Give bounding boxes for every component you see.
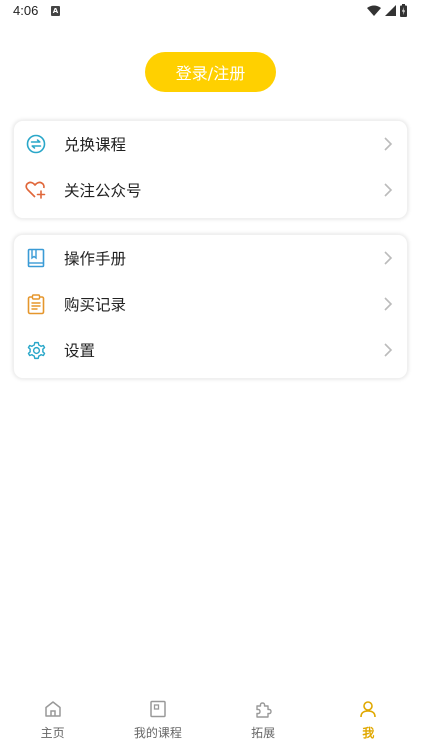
menu-item-purchase-history[interactable]: 购买记录	[14, 281, 407, 327]
menu-item-label: 购买记录	[64, 296, 127, 314]
menu-item-settings[interactable]: 设置	[14, 327, 407, 373]
menu-item-label: 设置	[64, 342, 96, 360]
tab-label: 我的课程	[133, 726, 182, 740]
tab-label: 拓展	[251, 726, 276, 740]
chevron-right-icon	[384, 183, 393, 197]
course-icon	[147, 698, 169, 720]
menu-item-label: 兑换课程	[64, 136, 127, 154]
home-icon	[42, 698, 64, 720]
menu-item-label: 操作手册	[64, 250, 127, 268]
login-register-button[interactable]: 登录/注册	[145, 52, 276, 92]
tab-home[interactable]: 主页	[0, 692, 105, 748]
chevron-right-icon	[384, 251, 393, 265]
chevron-right-icon	[384, 137, 393, 151]
status-icons	[367, 4, 407, 17]
tab-label: 主页	[40, 726, 65, 740]
person-icon	[357, 698, 379, 720]
chevron-right-icon	[384, 343, 393, 357]
notification-icon: A	[51, 6, 60, 16]
profile-screen: 4:06 A 登录/注册 兑换课程 关注公众号 操作手册 购买记录 设置 主页 …	[0, 0, 421, 748]
tab-extension[interactable]: 拓展	[211, 692, 316, 748]
tab-label: 我	[362, 726, 375, 740]
chevron-right-icon	[384, 297, 393, 311]
menu-item-label: 关注公众号	[64, 182, 142, 200]
menu-card-1: 兑换课程 关注公众号	[13, 120, 408, 219]
heart-plus-icon	[25, 179, 47, 201]
puzzle-icon	[252, 698, 274, 720]
tab-me[interactable]: 我	[316, 692, 421, 748]
tab-my-courses[interactable]: 我的课程	[105, 692, 210, 748]
menu-item-manual[interactable]: 操作手册	[14, 235, 407, 281]
exchange-icon	[25, 133, 47, 155]
book-icon	[25, 247, 47, 269]
status-bar: 4:06 A	[0, 0, 421, 24]
gear-icon	[25, 339, 47, 361]
menu-item-exchange-course[interactable]: 兑换课程	[14, 121, 407, 167]
menu-item-follow-account[interactable]: 关注公众号	[14, 167, 407, 213]
menu-card-2: 操作手册 购买记录 设置	[13, 234, 408, 379]
clipboard-icon	[25, 293, 47, 315]
battery-icon	[400, 4, 407, 17]
bottom-nav: 主页 我的课程 拓展 我	[0, 692, 421, 748]
status-time: 4:06	[13, 3, 39, 18]
signal-icon	[385, 5, 396, 16]
wifi-icon	[367, 5, 381, 16]
